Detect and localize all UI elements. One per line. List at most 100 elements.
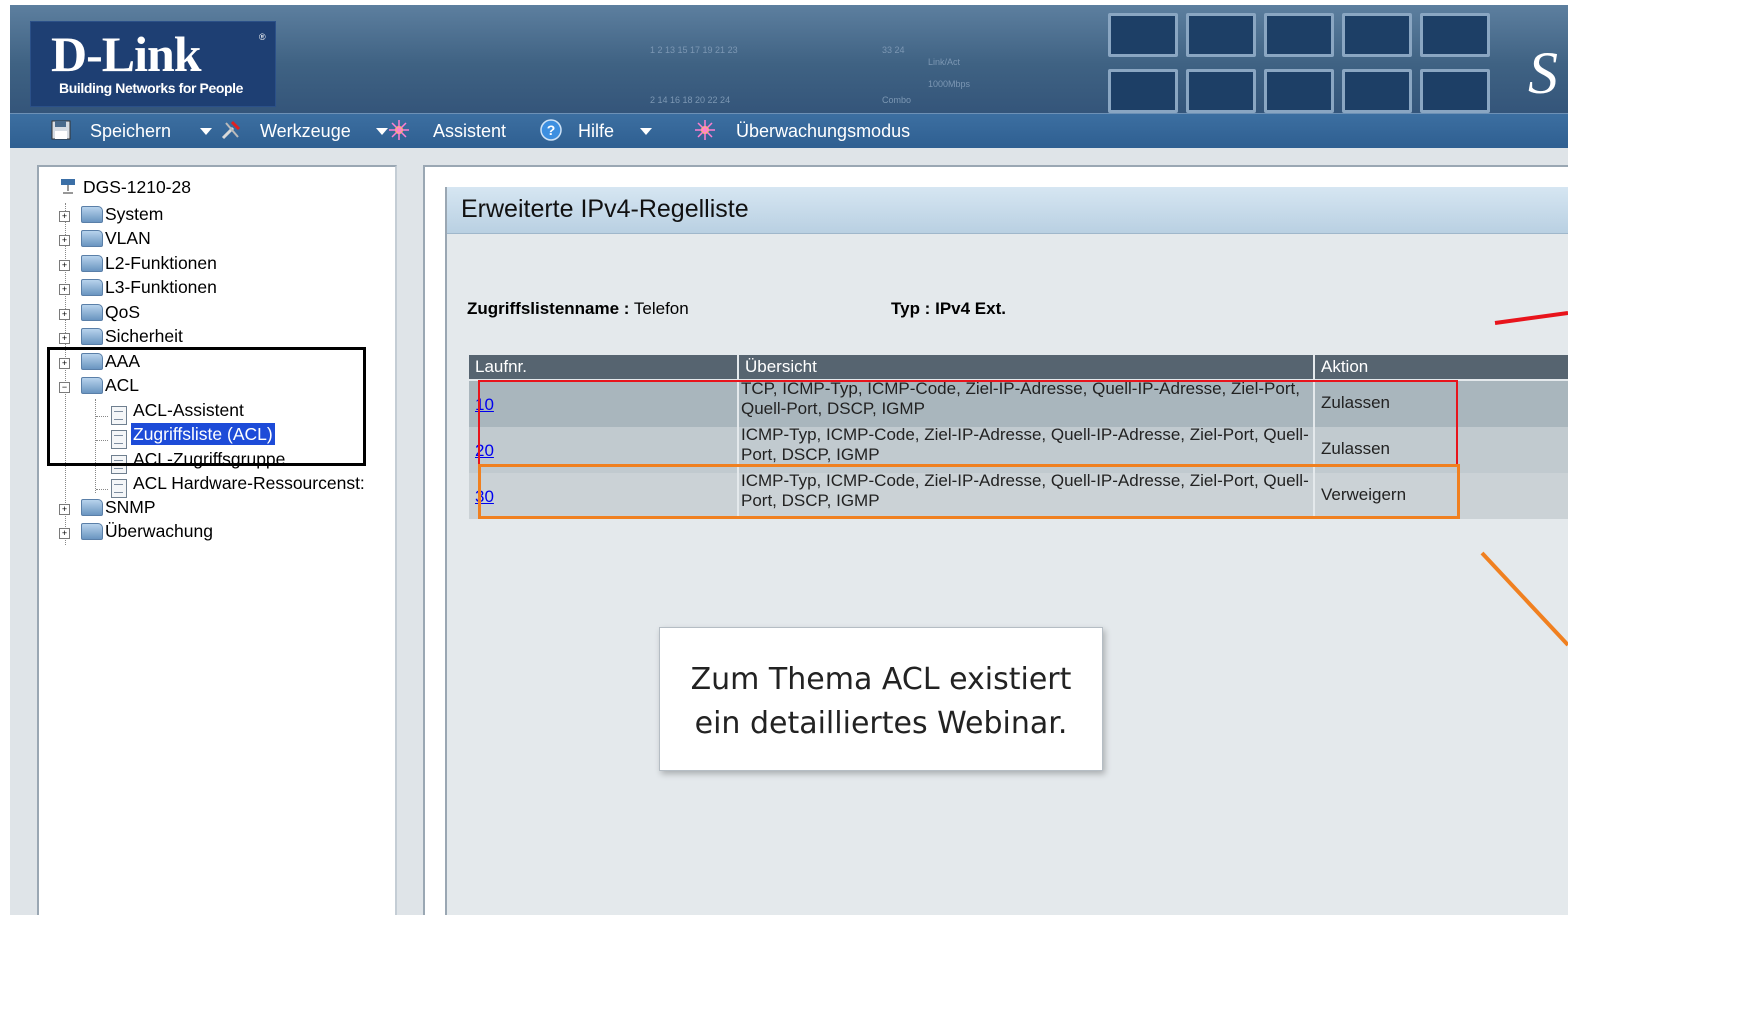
access-list-name-value: Telefon (633, 299, 689, 318)
seq-cell: 30 (469, 473, 737, 519)
tree-label[interactable]: ACL (105, 374, 139, 396)
access-list-type-value: IPv4 Ext. (935, 299, 1006, 318)
registered-mark: ® (259, 32, 266, 42)
collapse-icon[interactable]: − (59, 382, 70, 393)
rule-action: Zulassen (1321, 439, 1390, 458)
port-label: Combo (882, 95, 912, 105)
action-cell: Zulassen (1315, 381, 1568, 427)
tree-label[interactable]: System (105, 203, 163, 225)
tree-connector (65, 203, 66, 545)
callout-line-1: Zum Thema ACL existiert (690, 662, 1072, 697)
rule-summary: ICMP-Typ, ICMP-Code, Ziel-IP-Adresse, Qu… (741, 471, 1309, 510)
port-label: 1 2 13 15 17 19 21 23 (650, 45, 738, 55)
menu-help[interactable]: Hilfe (578, 120, 614, 142)
menu-wizard[interactable]: Assistent (433, 120, 506, 142)
expand-icon[interactable]: + (59, 504, 70, 515)
rule-summary: ICMP-Typ, ICMP-Code, Ziel-IP-Adresse, Qu… (741, 425, 1309, 464)
callout-text: Zum Thema ACL existiert ein detailliertes… (660, 658, 1102, 746)
navigation-tree: DGS-1210-28 + System + VLAN + L2-Funktio… (37, 165, 397, 915)
app-window: D-Link ® Building Networks for People 1 … (10, 5, 1568, 915)
save-icon (51, 120, 71, 140)
tree-label[interactable]: ACL-Zugriffsgruppe (133, 448, 285, 470)
port-graphic (1420, 69, 1490, 113)
port-label: 1000Mbps (928, 79, 971, 89)
tree-label[interactable]: QoS (105, 301, 140, 323)
page-title: Erweiterte IPv4-Regelliste (461, 195, 749, 223)
folder-icon (81, 230, 103, 247)
expand-icon[interactable]: + (59, 528, 70, 539)
tree-label[interactable]: ACL Hardware-Ressourcenst: (133, 472, 365, 494)
column-header-summary: Übersicht (739, 355, 1313, 379)
chevron-down-icon[interactable] (376, 128, 388, 135)
menu-tools[interactable]: Werkzeuge (260, 120, 351, 142)
chevron-down-icon[interactable] (200, 128, 212, 135)
rule-summary: TCP, ICMP-Typ, ICMP-Code, Ziel-IP-Adress… (741, 379, 1300, 418)
tree-connector (96, 489, 108, 490)
content-pane: Erweiterte IPv4-Regelliste Zugriffsliste… (423, 165, 1568, 915)
open-folder-icon (81, 377, 103, 394)
device-panel-labels: 1 2 13 15 17 19 21 23 33 24 Link/Act 100… (650, 35, 990, 105)
rule-link[interactable]: 20 (475, 441, 494, 461)
port-graphic (1108, 69, 1178, 113)
header-logo-fragment: S (1528, 40, 1558, 106)
table-row: 10 TCP, ICMP-Typ, ICMP-Code, Ziel-IP-Adr… (469, 379, 1568, 427)
svg-text:?: ? (547, 122, 556, 138)
webinar-callout: Zum Thema ACL existiert ein detailliertes… (659, 627, 1103, 771)
tree-label[interactable]: Überwachung (105, 520, 213, 542)
tree-label-selected[interactable]: Zugriffsliste (ACL) (131, 423, 275, 445)
tree-label[interactable]: ACL-Assistent (133, 399, 244, 421)
access-list-name-label: Zugriffslistenname : (467, 299, 630, 318)
tree-connector (95, 399, 96, 493)
seq-cell: 20 (469, 427, 737, 473)
port-label: Link/Act (928, 57, 961, 67)
tree-label[interactable]: Sicherheit (105, 325, 183, 347)
document-icon (111, 455, 127, 474)
tree-label[interactable]: L3-Funktionen (105, 276, 217, 298)
header-banner: D-Link ® Building Networks for People 1 … (10, 5, 1568, 113)
port-graphic (1342, 13, 1412, 57)
expand-icon[interactable]: + (59, 235, 70, 246)
tree-connector (96, 465, 108, 466)
port-graphic (1420, 13, 1490, 57)
expand-icon[interactable]: + (59, 260, 70, 271)
tree-label[interactable]: VLAN (105, 227, 151, 249)
folder-icon (81, 328, 103, 345)
tree-label[interactable]: SNMP (105, 496, 156, 518)
tree-label[interactable]: L2-Funktionen (105, 252, 217, 274)
page-title-bar: Erweiterte IPv4-Regelliste (447, 187, 1568, 234)
access-list-name: Zugriffslistenname : Telefon (467, 299, 689, 319)
tree-connector (96, 416, 108, 417)
folder-icon (81, 523, 103, 540)
rule-link[interactable]: 30 (475, 487, 494, 507)
tree-label[interactable]: AAA (105, 350, 140, 372)
expand-icon[interactable]: + (59, 284, 70, 295)
table-row: 30 ICMP-Typ, ICMP-Code, Ziel-IP-Adresse,… (469, 471, 1568, 519)
port-graphic (1186, 69, 1256, 113)
folder-icon (81, 255, 103, 272)
tools-icon (221, 120, 241, 140)
rule-link[interactable]: 10 (475, 395, 494, 415)
folder-icon (81, 353, 103, 370)
menu-save[interactable]: Speichern (90, 120, 171, 142)
help-icon: ? (540, 119, 562, 141)
expand-icon[interactable]: + (59, 333, 70, 344)
brand-tagline: Building Networks for People (59, 80, 244, 96)
chevron-down-icon[interactable] (640, 128, 652, 135)
tree-root-device[interactable]: DGS-1210-28 (83, 176, 191, 198)
action-cell: Verweigern (1315, 473, 1568, 519)
folder-icon (81, 499, 103, 516)
menu-monitor-mode[interactable]: Überwachungsmodus (736, 120, 910, 142)
expand-icon[interactable]: + (59, 309, 70, 320)
folder-icon (81, 206, 103, 223)
folder-icon (81, 279, 103, 296)
expand-icon[interactable]: + (59, 358, 70, 369)
dlink-logo: D-Link ® Building Networks for People (30, 21, 276, 107)
switch-ports-graphic (1108, 13, 1568, 113)
access-list-type-label: Typ : (891, 299, 931, 318)
port-graphic (1264, 69, 1334, 113)
expand-icon[interactable]: + (59, 211, 70, 222)
seq-cell: 10 (469, 381, 737, 427)
column-header-action: Aktion (1315, 355, 1568, 379)
document-icon (111, 430, 127, 449)
summary-cell: TCP, ICMP-Typ, ICMP-Code, Ziel-IP-Adress… (739, 379, 1313, 427)
